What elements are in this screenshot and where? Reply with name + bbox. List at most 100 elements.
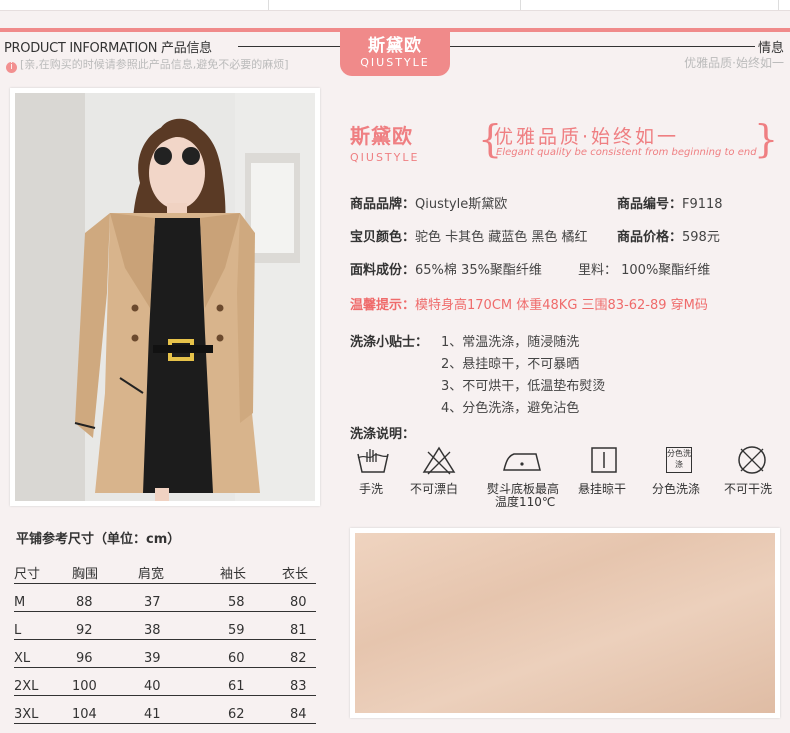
table-cell: 39 (136, 639, 202, 668)
table-cell: L (14, 611, 64, 640)
table-cell: 104 (64, 695, 136, 724)
no-dry-clean-icon (724, 444, 780, 480)
spec-label: 面料成份： (350, 263, 416, 278)
brand-logo: 斯黛欧 QIUSTYLE (350, 120, 419, 164)
table-cell: 61 (202, 667, 282, 696)
table-cell: XL (14, 639, 64, 668)
care-label: 分色洗涤 (652, 482, 701, 496)
top-strip (0, 0, 790, 11)
spec-price: 商品价格：598元 (617, 226, 720, 245)
spec-value: 驼色 卡其色 藏蓝色 黑色 橘红 (415, 230, 588, 245)
table-cell: 96 (64, 639, 136, 668)
table-cell: 40 (136, 667, 202, 696)
fabric-swatch (350, 528, 780, 718)
table-cell: 100 (64, 667, 136, 696)
table-cell: 3XL (14, 695, 64, 724)
table-cell: 59 (202, 611, 282, 640)
table-row: XL 96 39 60 82 (14, 639, 316, 668)
table-cell: 41 (136, 695, 202, 724)
spec-label: 商品品牌： (350, 197, 416, 212)
table-cell: 88 (64, 583, 136, 612)
strip-divider (268, 0, 269, 10)
strip-divider (520, 0, 521, 10)
spec-lining: 里料： 100%聚酯纤维 (578, 263, 711, 278)
spec-label: 洗涤说明： (350, 427, 416, 442)
logo-tab-en: QIUSTYLE (360, 56, 430, 69)
care-label: 不可漂白 (410, 482, 459, 496)
spec-label: 洗涤小贴士： (350, 335, 429, 350)
spec-label: 温馨提示： (350, 298, 416, 313)
logo-tab: 斯黛欧 QIUSTYLE (340, 30, 450, 76)
spec-value: F9118 (682, 197, 723, 212)
wash-tip: 4、分色洗涤，避免沾色 (441, 401, 580, 416)
spec-fabric: 面料成份：65%棉 35%聚酯纤维 (350, 259, 542, 278)
title-rule (238, 46, 340, 47)
section-note: i [亲,在购买的时候请参照此产品信息,避免不必要的麻烦] (6, 56, 289, 73)
table-header: 胸围 (64, 556, 136, 584)
table-cell: 62 (202, 695, 282, 724)
spec-label: 商品价格： (617, 230, 683, 245)
wash-desc-label: 洗涤说明： (350, 423, 415, 442)
table-header: 肩宽 (136, 556, 202, 584)
table-header: 衣长 (282, 556, 316, 584)
spec-brand: 商品品牌：Qiustyle斯黛欧 (350, 193, 507, 212)
iron-icon (494, 444, 550, 480)
hand-wash-icon (345, 444, 401, 480)
table-cell: 80 (282, 583, 316, 612)
no-bleach-icon (411, 444, 467, 480)
table-cell: 60 (202, 639, 282, 668)
spec-label: 宝贝颜色： (350, 230, 416, 245)
spec-value: 65%棉 35%聚酯纤维 (415, 263, 542, 278)
table-cell: 2XL (14, 667, 64, 696)
spec-label: 商品编号： (617, 197, 683, 212)
table-cell: 81 (282, 611, 316, 640)
size-table-title: 平铺参考尺寸（单位：cm） (16, 532, 181, 547)
separate-wash-icon: 分色洗涤 (651, 444, 707, 473)
table-cell: 82 (282, 639, 316, 668)
brace-right-icon: } (754, 117, 779, 161)
table-cell: 38 (136, 611, 202, 640)
brand-logo-en: QIUSTYLE (350, 151, 420, 164)
wash-tip: 1、常温洗涤，随浸随洗 (441, 335, 580, 350)
table-row: 3XL 104 41 62 84 (14, 695, 316, 724)
spec-color: 宝贝颜色：驼色 卡其色 藏蓝色 黑色 橘红 (350, 226, 588, 245)
table-row: 2XL 100 40 61 83 (14, 667, 316, 696)
care-label: 温度110℃ (495, 495, 556, 509)
spec-value: 598元 (682, 230, 720, 245)
table-header: 尺寸 (14, 556, 64, 584)
model-photo-image (15, 93, 315, 501)
care-label: 悬挂晾干 (578, 482, 627, 496)
title-rule (450, 46, 755, 47)
wash-tips-label: 洗涤小贴士： (350, 331, 428, 350)
brand-logo-cn: 斯黛欧 (350, 124, 413, 148)
spec-value: 模特身高170CM 体重48KG 三围83-62-89 穿M码 (415, 298, 708, 313)
wash-tip: 3、不可烘干，低温垫布熨烫 (441, 379, 606, 394)
table-cell: M (14, 583, 64, 612)
table-cell: 83 (282, 667, 316, 696)
section-note-right: 优雅品质·始终如一 (684, 56, 784, 70)
spec-code: 商品编号：F9118 (617, 193, 723, 212)
wash-tip: 2、悬挂晾干，不可暴晒 (441, 357, 580, 372)
separate-wash-icon-box: 分色洗涤 (666, 447, 692, 473)
fabric-swatch-image (355, 533, 775, 713)
model-photo (10, 88, 320, 506)
note-text: [亲,在购买的时候请参照此产品信息,避免不必要的麻烦] (20, 58, 289, 71)
table-cell: 37 (136, 583, 202, 612)
spec-tip: 温馨提示：模特身高170CM 体重48KG 三围83-62-89 穿M码 (350, 294, 708, 313)
care-label: 手洗 (359, 482, 384, 496)
care-label: 不可干洗 (724, 482, 773, 496)
slogan-text: 优雅品质·始终如一 (494, 126, 680, 148)
info-icon: i (6, 62, 17, 73)
size-table: 尺寸 胸围 肩宽 袖长 衣长 M 88 37 58 80 L 92 38 59 … (14, 556, 316, 724)
hang-dry-icon (576, 444, 632, 480)
table-header: 袖长 (202, 556, 282, 584)
table-cell: 58 (202, 583, 282, 612)
table-cell: 84 (282, 695, 316, 724)
table-row: L 92 38 59 81 (14, 611, 316, 640)
strip-divider (778, 0, 779, 10)
table-cell: 92 (64, 611, 136, 640)
spec-value: Qiustyle斯黛欧 (415, 197, 508, 212)
section-title: PRODUCT INFORMATION 产品信息 (4, 41, 212, 56)
table-header-row: 尺寸 胸围 肩宽 袖长 衣长 (14, 556, 316, 584)
logo-tab-cn: 斯黛欧 (368, 36, 422, 56)
